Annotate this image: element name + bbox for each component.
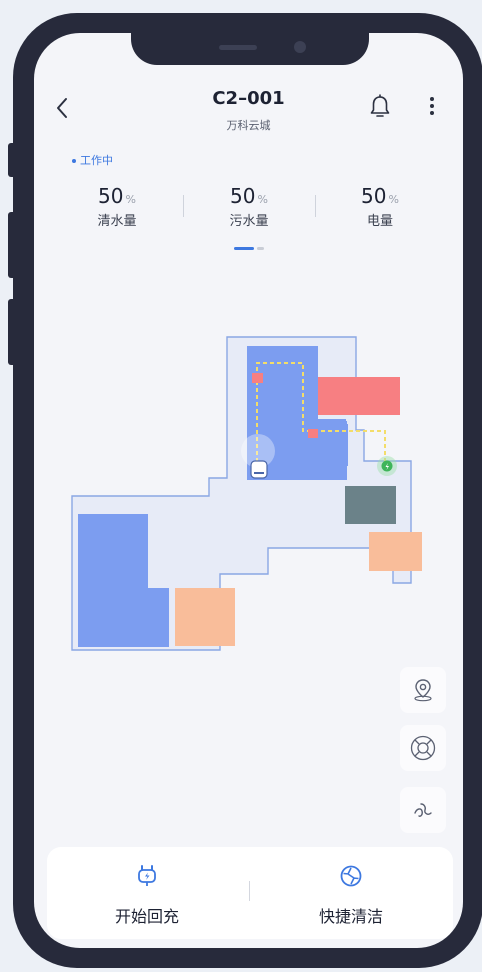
- airflow-button[interactable]: [400, 787, 446, 833]
- floor-map[interactable]: [68, 333, 432, 663]
- location-pin-icon: [414, 679, 432, 702]
- stat-label: 污水量: [229, 214, 269, 229]
- start-recharge-button[interactable]: 开始回充: [47, 847, 247, 939]
- map-obstacle-red: [318, 377, 400, 415]
- quick-clean-icon: [340, 865, 362, 887]
- pager-dot-active[interactable]: [234, 247, 254, 250]
- map-obstacle-slate: [345, 486, 396, 524]
- stat-label: 清水量: [97, 214, 137, 229]
- status-indicator: 工作中: [72, 152, 113, 168]
- stat-clean-water: 50% 清水量: [67, 184, 167, 229]
- status-dot: [72, 159, 76, 163]
- cleaning-brush-icon: [410, 735, 436, 761]
- stat-divider: [315, 195, 316, 217]
- stat-value: 50: [361, 184, 387, 208]
- phone-screen: C2–001 万科云城 工作中 50% 清水量 50% 污水量 50% 电量 开…: [34, 33, 463, 948]
- action-label: 快捷清洁: [318, 907, 383, 926]
- action-label: 开始回充: [114, 907, 179, 926]
- brush-button[interactable]: [400, 725, 446, 771]
- more-vertical-icon: [424, 93, 440, 115]
- page-title: C2–001: [212, 88, 285, 109]
- robot-icon: [250, 460, 268, 479]
- robot-icon-detail: [254, 472, 264, 474]
- speaker: [219, 45, 257, 50]
- stat-unit: %: [257, 193, 268, 206]
- stat-battery: 50% 电量: [330, 184, 430, 229]
- stat-unit: %: [388, 193, 399, 206]
- charging-plug-icon: [138, 865, 156, 886]
- bell-icon: [370, 94, 390, 117]
- camera: [294, 41, 306, 53]
- pager-dot[interactable]: [257, 247, 264, 250]
- stat-value: 50: [98, 184, 124, 208]
- action-divider: [249, 881, 250, 901]
- airflow-icon: [414, 803, 432, 817]
- location-button[interactable]: [400, 667, 446, 713]
- status-text: 工作中: [80, 154, 113, 167]
- more-menu-button[interactable]: [424, 93, 440, 121]
- map-marker-red: [308, 429, 318, 438]
- stat-dirty-water: 50% 污水量: [199, 184, 299, 229]
- page-subtitle: 万科云城: [226, 119, 271, 132]
- notch: [131, 33, 369, 65]
- stat-value: 50: [230, 184, 256, 208]
- stat-label: 电量: [366, 214, 393, 229]
- bottom-action-bar: 开始回充 快捷清洁: [47, 847, 453, 939]
- map-obstacle-orange: [369, 532, 422, 571]
- map-marker-red: [252, 373, 263, 383]
- notifications-button[interactable]: [368, 93, 392, 121]
- stat-unit: %: [125, 193, 136, 206]
- stat-divider: [183, 195, 184, 217]
- map-obstacle-orange: [175, 588, 235, 646]
- quick-clean-button[interactable]: 快捷清洁: [251, 847, 451, 939]
